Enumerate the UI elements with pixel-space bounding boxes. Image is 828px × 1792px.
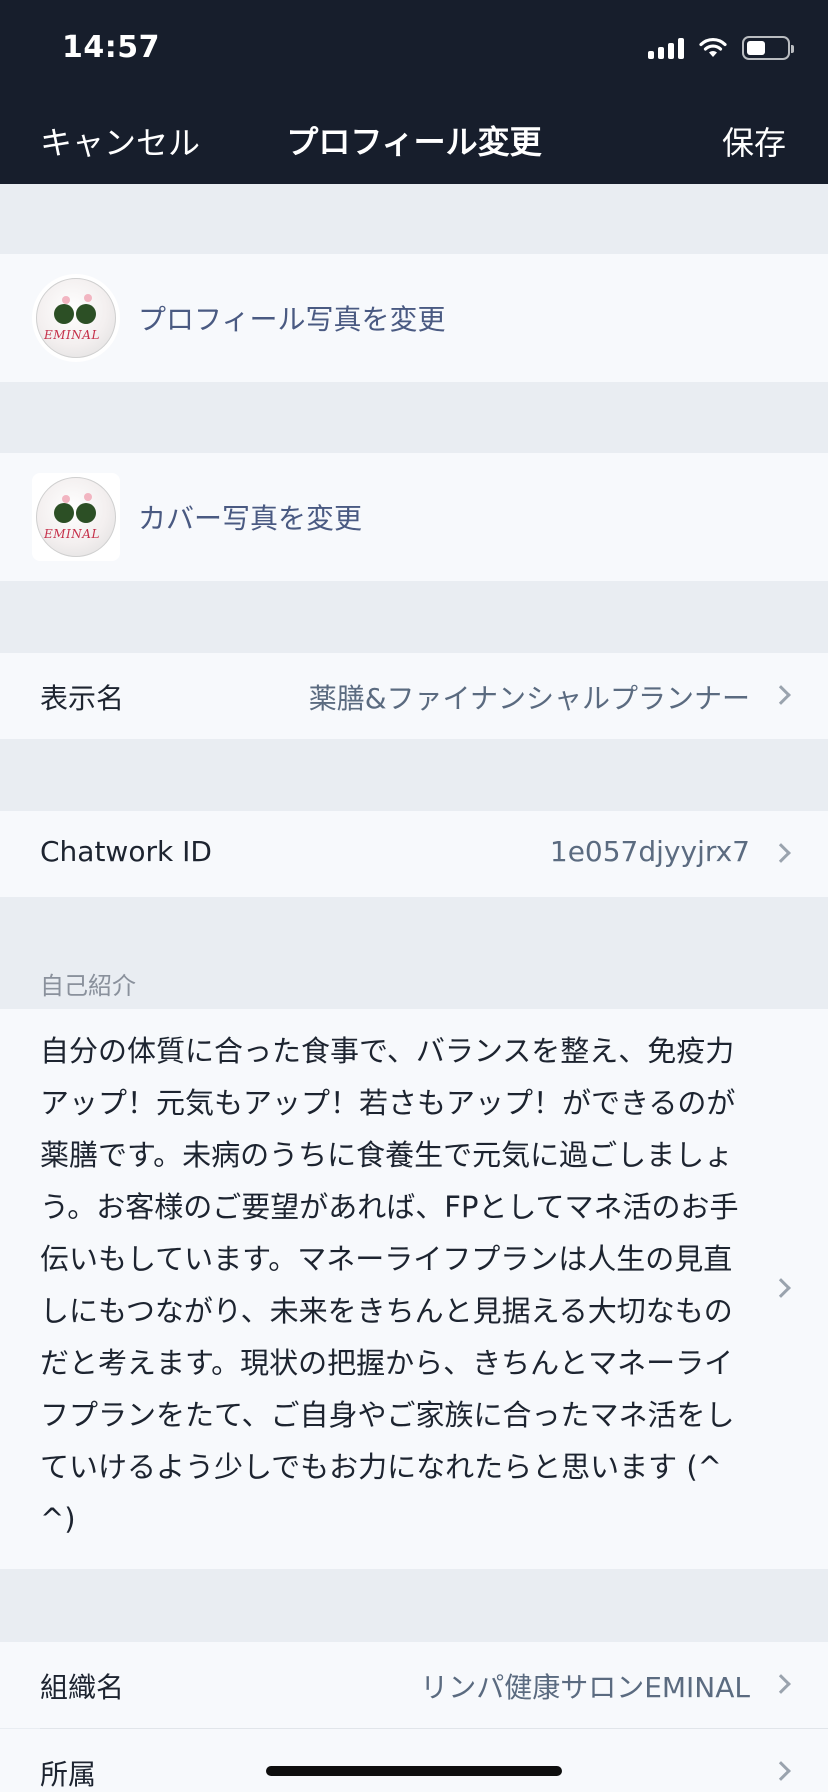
organization-label: 組織名 xyxy=(40,1671,125,1704)
change-profile-photo-row[interactable]: EMINAL プロフィール写真を変更 xyxy=(0,254,828,382)
affiliation-row[interactable]: 所属 xyxy=(0,1729,828,1792)
heart-icon xyxy=(76,503,96,523)
display-name-value: 薬膳&ファイナンシャルプランナー xyxy=(308,682,750,715)
chevron-right-icon xyxy=(771,685,791,705)
heart-icon xyxy=(54,304,74,324)
chatwork-id-label: Chatwork ID xyxy=(40,835,212,868)
chevron-right-icon xyxy=(771,1278,791,1298)
battery-icon xyxy=(742,36,794,60)
change-profile-photo-label: プロフィール写真を変更 xyxy=(138,303,446,336)
chatwork-id-value: 1e057djyyjrx7 xyxy=(549,835,750,868)
display-name-label: 表示名 xyxy=(40,682,125,715)
chevron-right-icon xyxy=(771,1674,791,1694)
organization-row[interactable]: 組織名 リンパ健康サロンEMINAL xyxy=(0,1642,828,1728)
change-cover-photo-row[interactable]: EMINAL カバー写真を変更 xyxy=(0,453,828,581)
wifi-icon xyxy=(699,37,727,57)
cover-logo-text: EMINAL xyxy=(44,527,100,541)
profile-photo-thumbnail: EMINAL xyxy=(32,274,120,362)
decoration xyxy=(62,495,70,503)
organization-value: リンパ健康サロンEMINAL xyxy=(420,1671,750,1704)
signal-icon xyxy=(648,37,684,59)
profile-edit-screen: 14:57 キャンセル プロフィール変更 保存 EMINAL プロフィール写真を… xyxy=(0,0,828,1792)
chevron-right-icon xyxy=(771,843,791,863)
heart-icon xyxy=(76,304,96,324)
bio-caption: 自己紹介 xyxy=(40,972,136,1000)
status-time: 14:57 xyxy=(62,30,160,65)
header: 14:57 キャンセル プロフィール変更 保存 xyxy=(0,0,828,184)
affiliation-label: 所属 xyxy=(40,1758,97,1791)
chevron-right-icon xyxy=(771,1761,791,1781)
decoration xyxy=(62,296,70,304)
battery-nub xyxy=(791,45,794,53)
decoration xyxy=(84,493,92,501)
battery-level xyxy=(747,41,765,55)
save-button[interactable]: 保存 xyxy=(722,118,786,164)
heart-icon xyxy=(54,503,74,523)
change-cover-photo-label: カバー写真を変更 xyxy=(138,502,363,535)
page-title: プロフィール変更 xyxy=(286,123,542,161)
cover-photo-thumbnail: EMINAL xyxy=(32,473,120,561)
home-indicator xyxy=(266,1766,562,1776)
decoration xyxy=(84,294,92,302)
chatwork-id-row[interactable]: Chatwork ID 1e057djyyjrx7 xyxy=(0,811,828,897)
profile-logo-text: EMINAL xyxy=(44,328,100,342)
display-name-row[interactable]: 表示名 薬膳&ファイナンシャルプランナー xyxy=(0,653,828,739)
status-icons xyxy=(648,36,794,60)
bio-text: 自分の体質に合った食事で、バランスを整え、免疫力アップ！元気もアップ！若さもアッ… xyxy=(40,1034,739,1536)
